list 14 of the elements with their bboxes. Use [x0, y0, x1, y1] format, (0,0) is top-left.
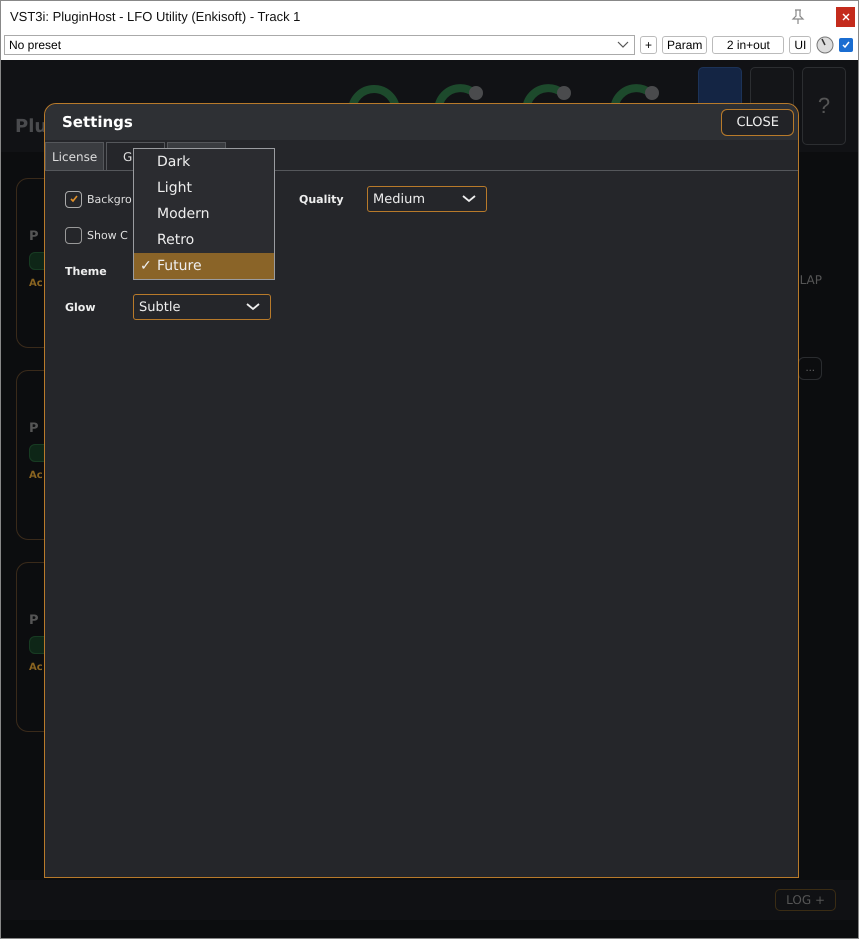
card-label: Ac — [29, 470, 43, 481]
card-label: Ac — [29, 662, 43, 673]
card-label: Ac — [29, 278, 43, 289]
field-label: Glow — [65, 300, 97, 314]
checkbox-label: Backgro — [87, 192, 132, 206]
window-title: VST3i: PluginHost - LFO Utility (Enkisoft) - Track 1 — [10, 9, 302, 24]
card-title: P — [29, 421, 39, 436]
card-title: P — [29, 613, 39, 628]
field-label: Theme — [65, 264, 108, 278]
checkbox-label: Show C — [87, 228, 128, 242]
column-label: LAP — [800, 273, 822, 287]
field-label: Quality — [299, 192, 345, 206]
dialog-title: Settings — [62, 113, 133, 131]
card-title: P — [29, 229, 39, 244]
